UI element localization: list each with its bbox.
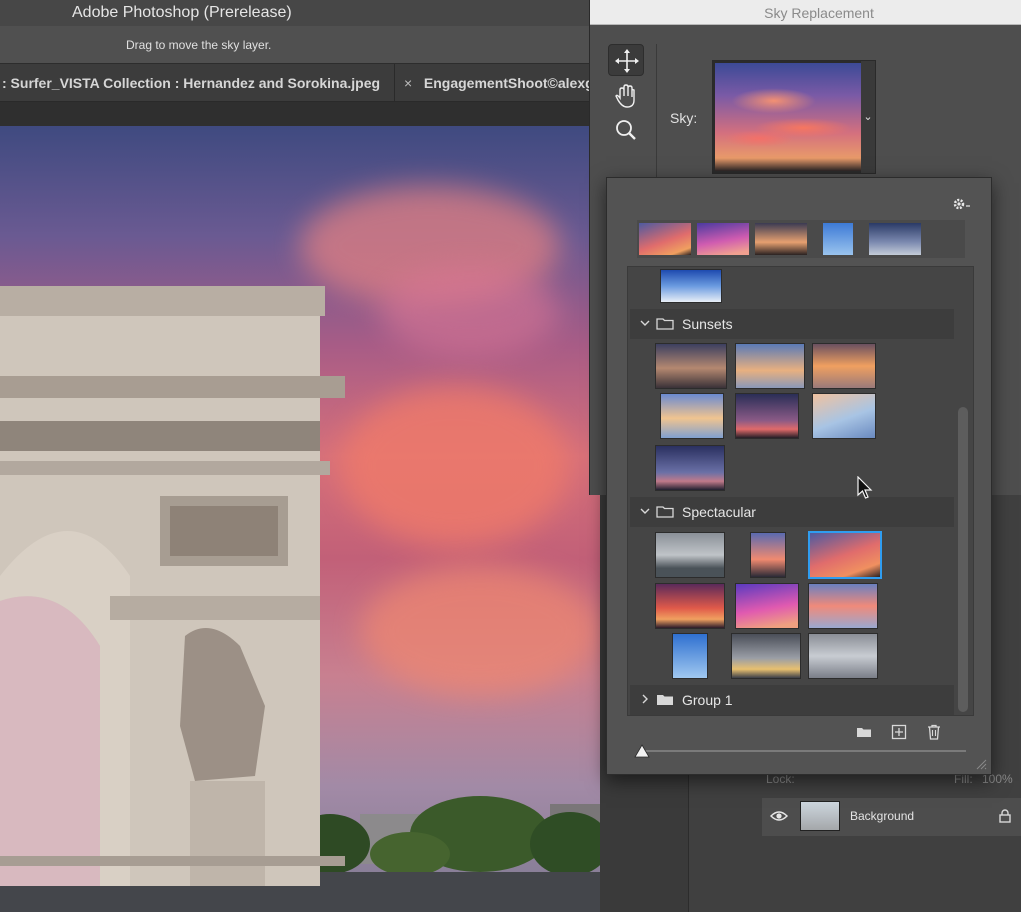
document-tab-label: EngagementShoot©alexg (423, 75, 594, 91)
sky-cloud (360, 566, 600, 696)
sky-presets-popup: Sunsets Spectacular Group 1 (606, 177, 992, 775)
sky-preset-thumb[interactable] (660, 393, 724, 439)
sky-preset-thumb[interactable] (655, 532, 725, 578)
recent-sky-thumb[interactable] (639, 223, 691, 255)
sky-preset-thumb[interactable] (672, 633, 708, 679)
sky-preset-thumb[interactable] (808, 633, 878, 679)
recent-sky-thumb[interactable] (823, 223, 853, 255)
sky-preview-image (715, 63, 862, 171)
folder-icon (657, 695, 673, 705)
chevron-right-icon[interactable] (640, 694, 650, 704)
sky-preset-thumb-selected[interactable] (808, 531, 882, 579)
move-icon (615, 49, 639, 73)
arc-de-triomphe (0, 286, 345, 886)
tool-hint: Drag to move the sky layer. (126, 38, 272, 52)
document-tabbar: : Surfer_VISTA Collection : Hernandez an… (0, 64, 600, 102)
thumbnail-size-slider[interactable] (642, 750, 966, 752)
recent-sky-thumb[interactable] (869, 223, 921, 255)
zoom-icon (616, 120, 636, 140)
resize-grip-icon[interactable] (975, 758, 987, 770)
app-titlebar: Adobe Photoshop (Prerelease) (0, 0, 600, 26)
dialog-title: Sky Replacement (764, 5, 874, 21)
scrollbar-thumb[interactable] (958, 407, 968, 712)
add-icon[interactable] (890, 723, 908, 741)
document-tab-active[interactable]: : Surfer_VISTA Collection : Hernandez an… (0, 64, 395, 101)
recent-sky-thumb[interactable] (755, 223, 807, 255)
sky-preset-thumb[interactable] (812, 343, 876, 389)
image-canvas[interactable] (0, 126, 600, 912)
group-header-group-1[interactable]: Group 1 (630, 685, 954, 715)
group-header-spectacular[interactable]: Spectacular (630, 497, 954, 527)
layer-row-background[interactable]: Background (762, 798, 1021, 836)
eye-icon[interactable] (770, 809, 788, 823)
sky-preset-thumb[interactable] (655, 445, 725, 491)
sky-preset-thumb[interactable] (812, 393, 876, 439)
folder-icon[interactable] (855, 723, 873, 741)
hand-tool-button[interactable] (608, 80, 644, 112)
sky-cloud (380, 266, 560, 356)
app-title: Adobe Photoshop (Prerelease) (72, 4, 292, 21)
move-tool-button[interactable] (608, 44, 644, 76)
dialog-titlebar[interactable]: Sky Replacement (590, 0, 1021, 25)
document-tab-engagement[interactable]: × EngagementShoot©alexg (396, 64, 600, 101)
chevron-down-icon[interactable]: ⌄ (861, 61, 875, 173)
sky-presets-list[interactable]: Sunsets Spectacular Group 1 (627, 266, 974, 716)
sky-preset-thumb[interactable] (750, 532, 786, 578)
group-header-sunsets[interactable]: Sunsets (630, 309, 954, 339)
sky-preset-thumb[interactable] (660, 269, 722, 303)
zoom-tool-button[interactable] (608, 114, 644, 146)
chevron-down-icon[interactable] (640, 506, 650, 516)
popup-action-bar (853, 723, 993, 741)
group-label: Spectacular (682, 504, 756, 520)
trash-icon[interactable] (925, 723, 943, 741)
sky-cloud (340, 386, 570, 546)
sky-preset-thumb[interactable] (655, 583, 725, 629)
sky-preset-thumb[interactable] (731, 633, 801, 679)
chevron-down-icon[interactable] (640, 318, 650, 328)
sky-preset-thumb[interactable] (735, 583, 799, 629)
hand-icon (615, 84, 635, 108)
slider-handle[interactable] (634, 744, 650, 758)
folder-icon (656, 318, 674, 330)
options-bar: Drag to move the sky layer. (0, 26, 600, 64)
sky-label: Sky: (670, 110, 698, 126)
document-tab-label: : Surfer_VISTA Collection : Hernandez an… (2, 75, 381, 91)
layer-thumbnail (800, 801, 840, 831)
sky-preset-thumb[interactable] (655, 343, 727, 389)
sky-preset-thumb[interactable] (735, 343, 805, 389)
gear-icon[interactable] (951, 196, 973, 212)
folder-icon (656, 506, 674, 518)
ruler (0, 102, 600, 126)
mouse-cursor-icon (857, 476, 873, 499)
group-label: Group 1 (682, 692, 733, 708)
lock-icon[interactable] (999, 809, 1011, 823)
group-label: Sunsets (682, 316, 733, 332)
layer-name: Background (850, 809, 915, 823)
recent-skies-strip (637, 220, 965, 258)
sky-preset-thumb[interactable] (808, 583, 878, 629)
sky-preset-thumb[interactable] (735, 393, 799, 439)
sky-preset-dropdown[interactable]: ⌄ (712, 60, 876, 174)
recent-sky-thumb[interactable] (697, 223, 749, 255)
trees-and-buildings (300, 796, 600, 874)
close-icon[interactable]: × (404, 64, 420, 101)
